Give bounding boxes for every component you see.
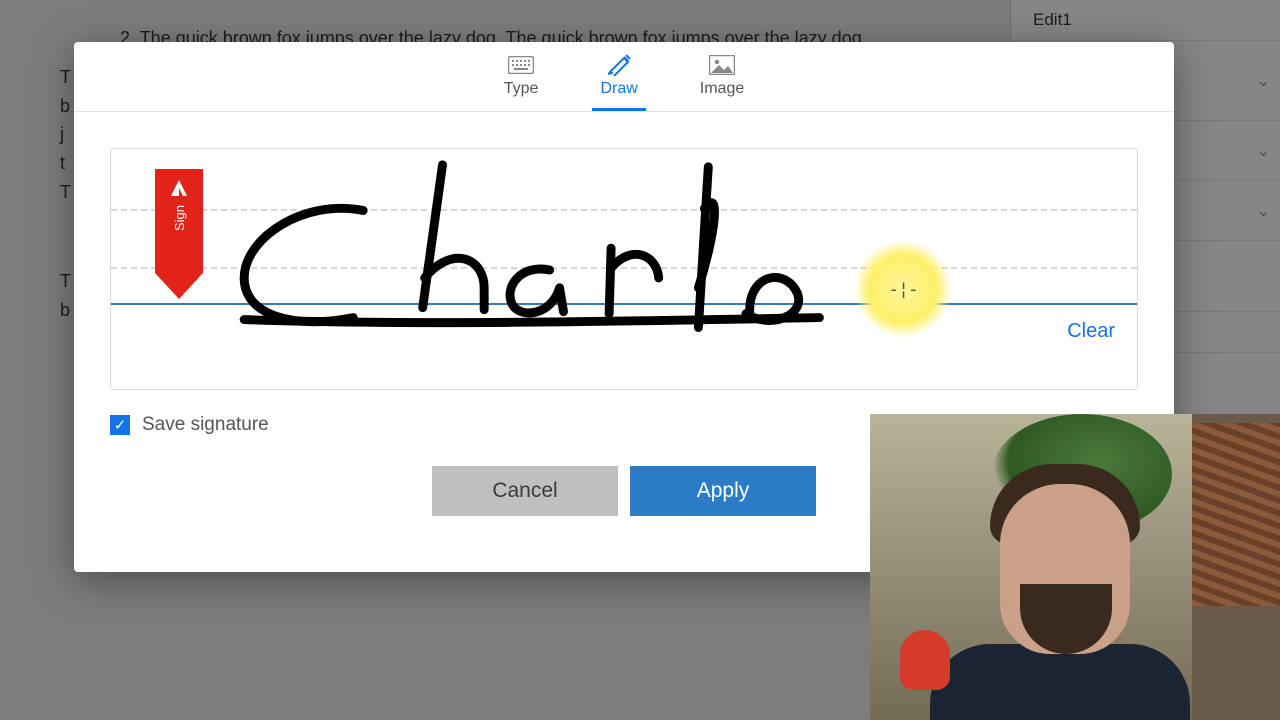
save-signature-label: Save signature	[142, 414, 269, 436]
signature-baseline	[111, 303, 1137, 305]
tab-label: Draw	[600, 80, 637, 98]
signature-draw-area[interactable]: Sign	[110, 148, 1138, 390]
signature-input-tabs: Type Draw Image	[74, 42, 1174, 112]
cursor-highlight: -¦-	[855, 241, 951, 337]
adobe-sign-tag-icon: Sign	[155, 169, 203, 299]
webcam-side-panel	[1192, 414, 1280, 720]
guideline	[111, 209, 1137, 211]
save-signature-checkbox[interactable]: ✓	[110, 415, 130, 435]
cancel-button[interactable]: Cancel	[432, 466, 618, 516]
tab-label: Image	[700, 80, 744, 98]
tab-type[interactable]: Type	[496, 54, 547, 111]
webcam-overlay	[870, 414, 1280, 720]
pen-draw-icon	[606, 54, 632, 76]
signature-stroke	[111, 149, 1137, 389]
image-icon	[709, 54, 735, 76]
clear-signature-link[interactable]: Clear	[1067, 320, 1115, 343]
apply-button[interactable]: Apply	[630, 466, 816, 516]
crosshair-cursor-icon: -¦-	[888, 279, 918, 300]
tab-image[interactable]: Image	[692, 54, 752, 111]
webcam-feed	[870, 414, 1192, 720]
keyboard-icon	[508, 54, 534, 76]
tab-draw[interactable]: Draw	[592, 54, 645, 111]
tab-label: Type	[504, 80, 539, 98]
adobe-tag-label: Sign	[172, 205, 187, 231]
guideline	[111, 267, 1137, 269]
